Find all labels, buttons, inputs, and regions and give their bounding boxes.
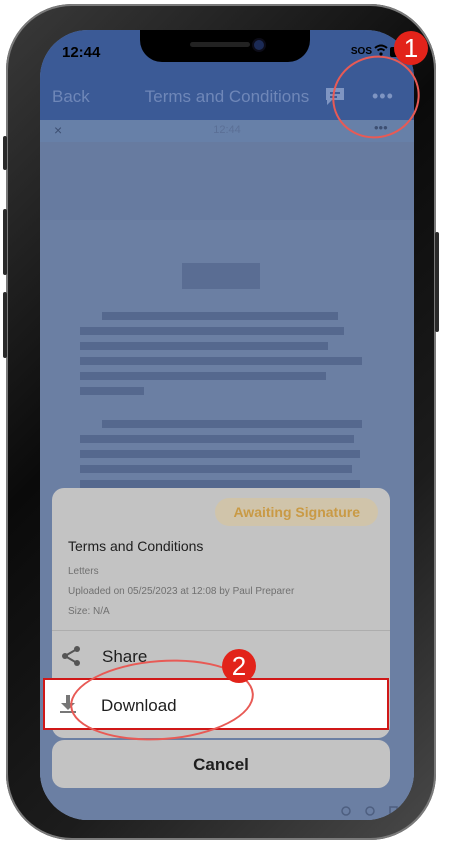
document-header-area [40, 142, 414, 220]
text-line [80, 342, 328, 350]
text-line [80, 372, 326, 380]
speaker [190, 42, 250, 47]
document-uploaded: Uploaded on 05/25/2023 at 12:08 by Paul … [68, 586, 295, 597]
document-size: Size: N/A [68, 606, 110, 617]
wifi-icon [374, 44, 388, 56]
status-badge: Awaiting Signature [215, 498, 378, 526]
text-line [80, 327, 344, 335]
document-title: Terms and Conditions [68, 538, 204, 554]
text-line [80, 465, 352, 473]
cancel-button[interactable]: Cancel [52, 740, 390, 788]
camera [254, 40, 264, 50]
callout-badge-1: 1 [394, 31, 428, 65]
text-line [80, 450, 360, 458]
toolbar-icons [341, 806, 398, 816]
text-line [102, 420, 362, 428]
text-line [102, 312, 338, 320]
power-button [435, 232, 439, 332]
share-icon [62, 646, 80, 666]
status-time: 12:44 [62, 44, 101, 61]
text-line [80, 435, 354, 443]
text-line [80, 387, 144, 395]
text-line [80, 480, 360, 488]
text-line [80, 357, 362, 365]
volume-down-button [3, 292, 7, 358]
document-category: Letters [68, 566, 99, 577]
bottom-toolbar-icons [340, 805, 400, 820]
volume-up-button [3, 209, 7, 275]
cancel-label: Cancel [193, 755, 249, 774]
document-logo-block [182, 263, 260, 289]
callout-badge-2: 2 [222, 649, 256, 683]
mute-switch [3, 136, 7, 170]
